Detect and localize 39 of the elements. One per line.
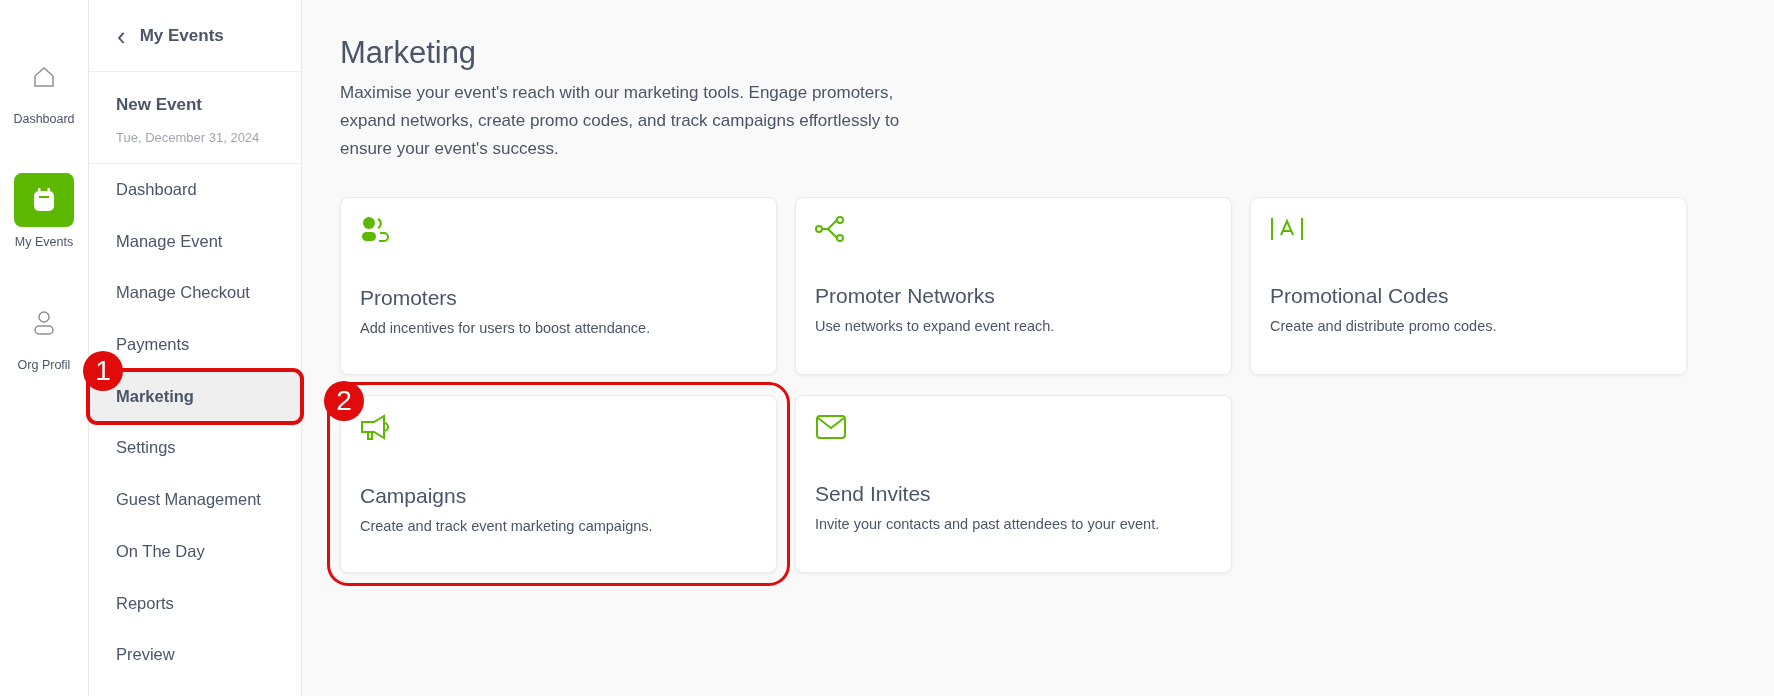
sidebar-title: My Events [139,24,224,47]
annotation-number: 2 [324,381,364,422]
calendar-icon [32,186,56,213]
card-description: Use networks to expand event reach. [815,316,1056,336]
rail-nav-item[interactable]: My Events [0,172,88,252]
card-description: Add incentives for users to boost attendance. [360,318,652,338]
feature-card[interactable]: Promoter Networks Use networks to expand event reach. [795,197,1232,376]
sidebar-item[interactable]: Manage Event [89,215,301,268]
card-title: Send Invites [815,481,932,508]
annotation-number: 1 [83,350,123,391]
card-title: Promotional Codes [1270,283,1450,310]
home-icon [32,65,56,89]
card-description: Create and distribute promo codes. [1270,316,1498,336]
feature-card[interactable]: Promoters Add incentives for users to boost attendance. [340,197,777,376]
person-icon [33,309,55,336]
mail-icon [815,414,847,441]
sidebar-item[interactable]: Guest Management [89,474,301,526]
page-description: Maximise your event's reach with our marketing tools. Engage promoters, expand networks, create promo codes, and track campaigns effortlessly to ensure your event's success. [340,82,901,161]
event-name: New Event [116,94,203,116]
back-button[interactable]: ‹ [117,22,126,49]
share-icon [815,216,845,243]
card-title: Promoters [360,285,458,312]
card-description: Invite your contacts and past attendees to your event. [815,514,1161,534]
event-date: Tue, December 31, 2024 [116,128,261,147]
card-title: Promoter Networks [815,283,996,310]
card-title: Campaigns [360,483,468,510]
sidebar-item[interactable]: On The Day [89,525,301,578]
card-description: Create and track event marketing campaigns. [360,516,654,536]
sidebar-item[interactable]: Settings [89,422,301,475]
page-title: Marketing [340,34,478,72]
sidebar-item[interactable]: Dashboard [89,164,301,216]
sidebar-item[interactable]: Manage Checkout [89,267,301,320]
feature-card[interactable]: Promotional Codes Create and distribute promo codes. [1250,197,1687,376]
rail-nav-item[interactable]: Dashboard [0,50,88,129]
sidebar-item[interactable]: Preview [89,629,301,681]
sidebar-item[interactable]: Reports [89,577,301,630]
feature-card[interactable]: Send Invites Invite your contacts and past attendees to your event. [795,395,1232,574]
text-cursor-icon [1270,216,1304,243]
users-icon [360,216,390,245]
